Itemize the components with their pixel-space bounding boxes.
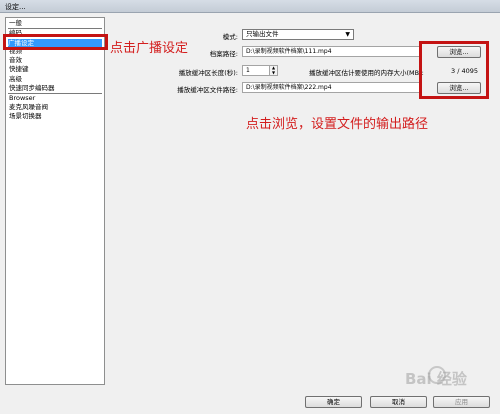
buffer-length-label: 播放缓冲区长度(秒): <box>178 69 238 77</box>
highlight-box-browse <box>419 41 489 99</box>
sidebar-item-mic-noise-gate[interactable]: 麦克风噪音阀 <box>9 104 48 111</box>
buffer-length-value: 1 <box>246 67 250 74</box>
baidu-paw-icon <box>428 366 446 384</box>
memory-usage-label: 播放缓冲区估计要使用的内存大小(MB): <box>309 69 424 77</box>
settings-category-list[interactable]: 一般 编码 广播设定 视频 音效 快捷键 高级 快速同步编码器 Browser … <box>5 17 105 385</box>
buffer-length-spinner[interactable]: 1 ▲ ▼ <box>242 65 278 76</box>
mode-dropdown-value: 只输出文件 <box>246 30 279 38</box>
window-title: 设定... <box>5 3 26 11</box>
sidebar-item-scene-switcher[interactable]: 场景切换器 <box>9 113 42 120</box>
sidebar-item-advanced[interactable]: 高级 <box>9 76 22 83</box>
file-path-input[interactable]: D:\录制视频软件档案\111.mp4 <box>242 46 422 57</box>
cancel-button[interactable]: 取消 <box>370 396 427 408</box>
title-bar: 设定... <box>0 0 500 13</box>
sidebar-item-audio[interactable]: 音效 <box>9 57 22 64</box>
sidebar-separator <box>8 28 102 29</box>
apply-button[interactable]: 应用 <box>433 396 490 408</box>
ok-button[interactable]: 确定 <box>305 396 362 408</box>
highlight-box-broadcast <box>3 34 108 50</box>
sidebar-item-hotkeys[interactable]: 快捷键 <box>9 66 29 73</box>
file-path-label: 档案路径: <box>209 50 238 58</box>
sidebar-item-general[interactable]: 一般 <box>9 20 22 27</box>
mode-dropdown[interactable]: 只输出文件 ▼ <box>242 29 354 40</box>
buffer-file-path-label: 播放缓冲区文件路径: <box>177 86 238 94</box>
chevron-down-icon[interactable]: ▼ <box>345 30 350 39</box>
buffer-file-path-input[interactable]: D:\录制视频软件档案\222.mp4 <box>242 82 422 93</box>
annotation-click-browse: 点击浏览，设置文件的输出路径 <box>246 117 429 132</box>
mode-label: 模式: <box>222 33 238 41</box>
sidebar-item-quick-sync-encoder[interactable]: 快速同步编码器 <box>9 85 55 92</box>
spinner-arrows-icon[interactable]: ▲ ▼ <box>269 65 277 75</box>
annotation-click-broadcast: 点击广播设定 <box>110 41 189 56</box>
sidebar-item-browser[interactable]: Browser <box>9 95 35 102</box>
